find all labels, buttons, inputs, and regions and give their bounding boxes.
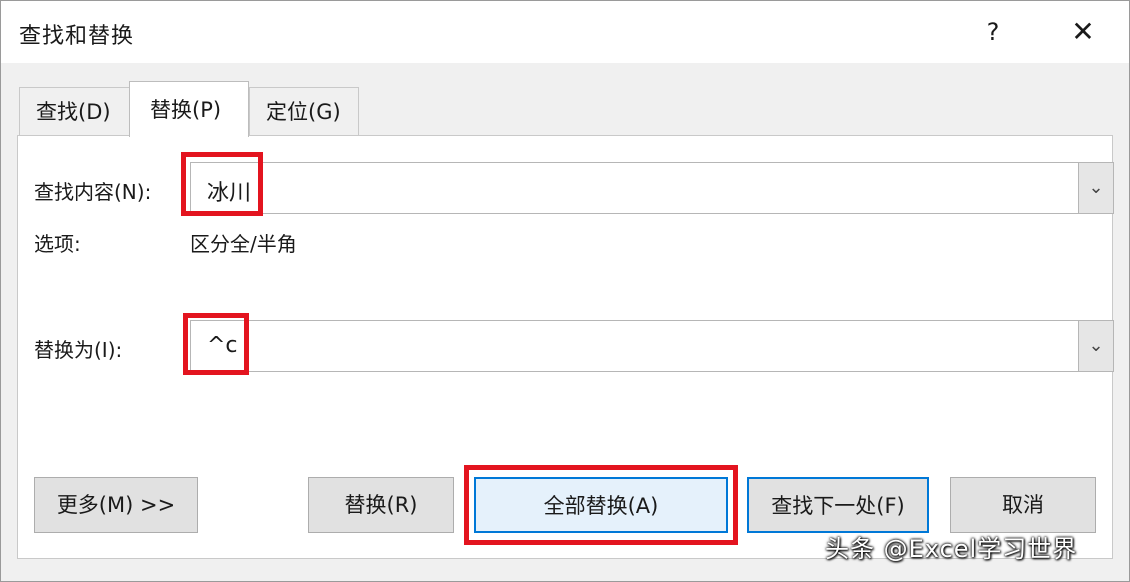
find-what-combobox[interactable]: 冰川 ⌄ (190, 162, 1114, 214)
dialog-title: 查找和替换 (19, 24, 135, 49)
help-button[interactable]: ? (975, 11, 1011, 53)
replace-with-label: 替换为(I): (34, 338, 123, 362)
tab-find[interactable]: 查找(D) (19, 87, 131, 135)
replace-value-highlight-box (183, 313, 249, 375)
find-next-button[interactable]: 查找下一处(F) (747, 477, 929, 533)
tab-replace[interactable]: 替换(P) (129, 81, 249, 137)
more-button[interactable]: 更多(M) >> (34, 477, 198, 533)
find-what-dropdown-icon[interactable]: ⌄ (1078, 162, 1114, 214)
tab-goto[interactable]: 定位(G) (249, 87, 359, 135)
cancel-button[interactable]: 取消 (950, 477, 1096, 533)
close-button[interactable]: ✕ (1061, 11, 1105, 53)
replace-with-dropdown-icon[interactable]: ⌄ (1078, 320, 1114, 372)
options-label: 选项: (34, 232, 81, 256)
replace-all-highlight-box (464, 465, 738, 545)
find-value-highlight-box (181, 152, 263, 216)
replace-button[interactable]: 替换(R) (308, 477, 454, 533)
title-bar: 查找和替换 ? ✕ (1, 1, 1129, 63)
find-replace-dialog: 查找和替换 ? ✕ 查找(D) 替换(P) 定位(G) 查找内容(N): 冰川 … (0, 0, 1130, 582)
options-value: 区分全/半角 (190, 232, 297, 256)
find-what-label: 查找内容(N): (34, 180, 152, 204)
replace-with-combobox[interactable]: ^c ⌄ (190, 320, 1114, 372)
watermark-text: 头条 @Excel学习世界 (825, 535, 1078, 563)
